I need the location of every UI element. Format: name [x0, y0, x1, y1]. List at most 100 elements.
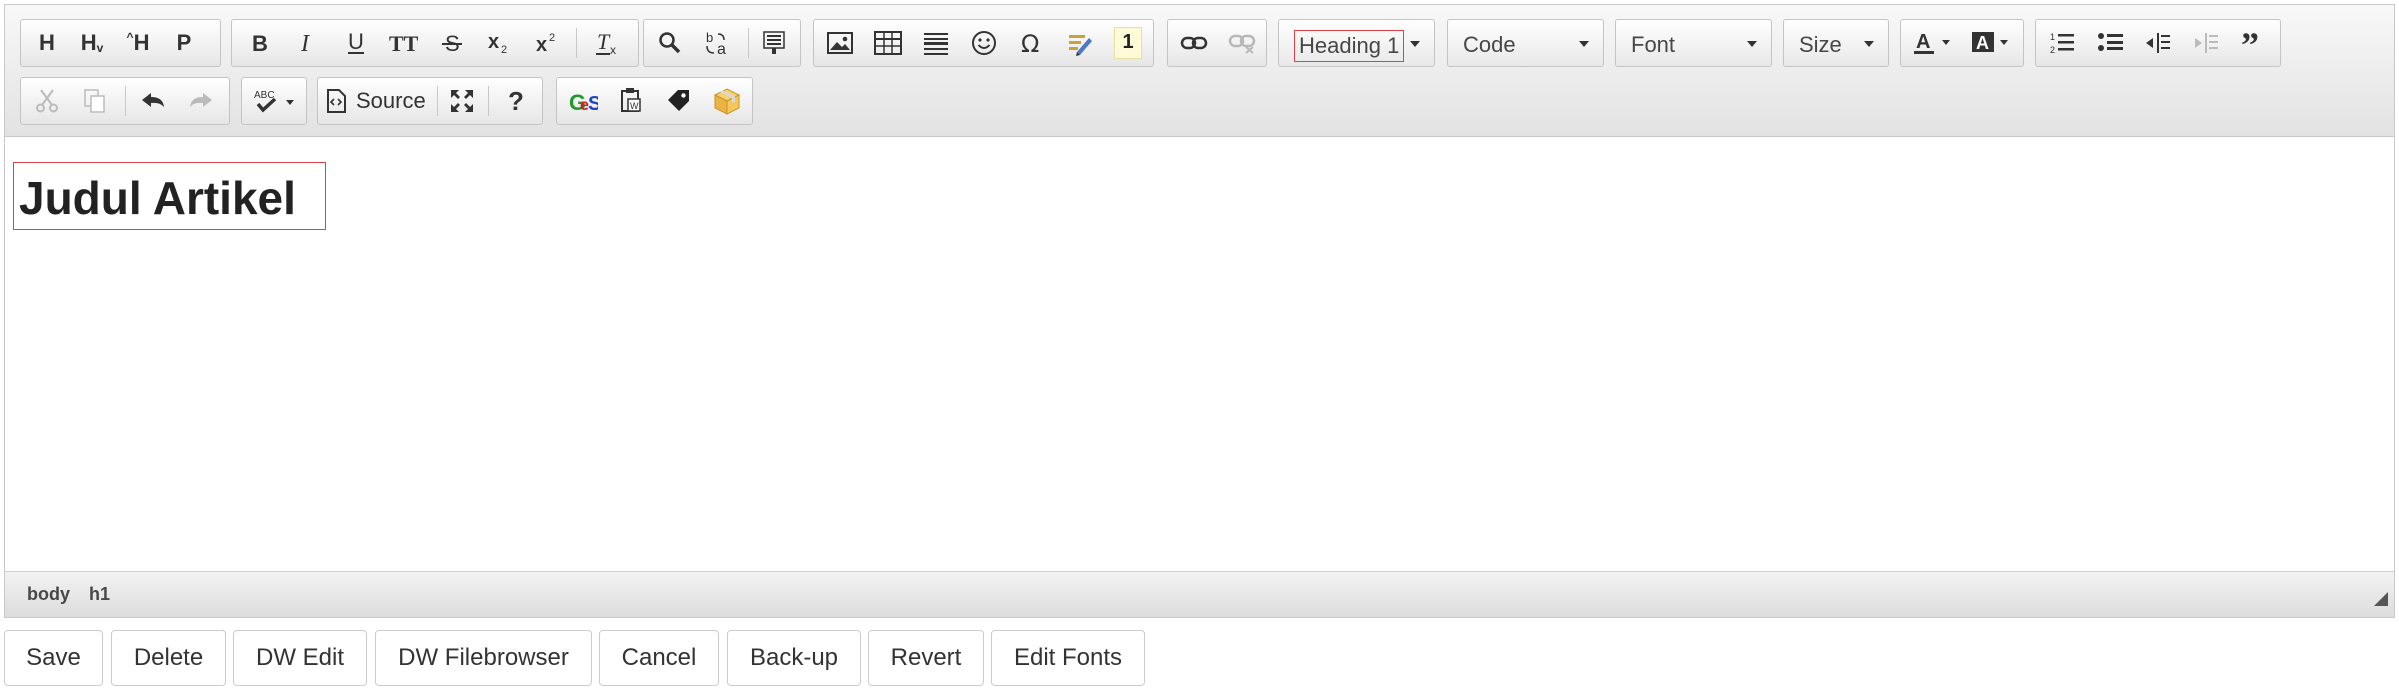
colors-group: A A — [1900, 19, 2024, 67]
teletype-button[interactable]: TT — [384, 24, 424, 62]
element-path-bar: body h1 — [5, 571, 2394, 617]
svg-text:T: T — [597, 30, 611, 54]
dw-filebrowser-button[interactable]: DW Filebrowser — [375, 630, 592, 686]
blockquote-button[interactable]: ” — [2234, 24, 2274, 62]
snippet-icon — [1069, 35, 1092, 56]
omega-icon: Ω — [1021, 30, 1039, 56]
redo-icon — [190, 93, 212, 107]
superscript-caret-icon: ^ — [126, 30, 134, 44]
help-button[interactable]: ? — [496, 82, 536, 120]
clipboard-icon: W — [621, 88, 641, 112]
edit-fonts-button[interactable]: Edit Fonts — [991, 630, 1145, 686]
editor-toolbar: H Hv ^ H P B I U TT x 2 x 2 T x b a Ω 1 … — [5, 5, 2394, 137]
styles-combo[interactable]: Code — [1447, 19, 1604, 67]
heading-h-sub-label: H — [80, 30, 97, 55]
underline-button[interactable]: U — [336, 24, 376, 62]
svg-text:2: 2 — [501, 44, 507, 55]
svg-text:x: x — [536, 34, 547, 55]
cut-button[interactable] — [27, 82, 67, 120]
heading-h-label: H — [39, 30, 55, 55]
geshi-button[interactable]: GeS — [563, 82, 603, 120]
toolbar-separator — [437, 86, 438, 116]
dw-edit-button[interactable]: DW Edit — [233, 630, 367, 686]
source-button[interactable]: Source — [324, 82, 434, 120]
redo-button[interactable] — [181, 82, 221, 120]
package-icon — [713, 88, 741, 115]
path-item-body[interactable]: body — [27, 584, 70, 605]
numbered-list-icon: 12 — [2050, 32, 2074, 55]
link-button[interactable] — [1174, 24, 1214, 62]
svg-text:A: A — [1976, 33, 1989, 53]
text-color-icon: A — [1914, 31, 1950, 54]
clipboard-group — [20, 77, 230, 125]
heading-h-button[interactable]: H — [27, 24, 67, 62]
help-label: ? — [508, 85, 524, 116]
indent-button[interactable] — [2186, 24, 2226, 62]
templates-button[interactable] — [754, 24, 794, 62]
insert-snippet-button[interactable] — [1060, 24, 1100, 62]
superscript-button[interactable]: x2 — [528, 24, 568, 62]
remove-format-button[interactable]: Tx — [588, 24, 628, 62]
subscript-icon: x2 — [488, 31, 507, 55]
svg-text:TT: TT — [389, 31, 419, 55]
find-button[interactable] — [650, 24, 690, 62]
svg-text:2: 2 — [549, 32, 555, 44]
smiley-button[interactable] — [964, 24, 1004, 62]
background-color-button[interactable]: A — [1965, 24, 2019, 62]
outdent-icon — [2146, 33, 2170, 53]
backup-button[interactable]: Back-up — [727, 630, 861, 686]
package-button[interactable] — [707, 82, 747, 120]
spellcheck-button[interactable]: ABC — [248, 82, 302, 120]
svg-text:2: 2 — [2050, 45, 2055, 55]
special-char-button[interactable]: Ω — [1012, 24, 1052, 62]
paragraph-button[interactable]: P — [164, 24, 204, 62]
bold-button[interactable]: B — [240, 24, 280, 62]
italic-button[interactable]: I — [288, 24, 328, 62]
tag-button[interactable] — [659, 82, 699, 120]
svg-text:x: x — [610, 43, 616, 56]
maximize-button[interactable] — [442, 82, 482, 120]
article-heading[interactable]: Judul Artikel — [19, 175, 296, 221]
horizontal-rule-button[interactable] — [916, 24, 956, 62]
spellcheck-icon: ABC — [254, 90, 294, 113]
svg-text:x: x — [488, 31, 499, 53]
heading-h-up-button[interactable]: ^ H — [118, 24, 158, 62]
revert-button[interactable]: Revert — [868, 630, 984, 686]
font-combo[interactable]: Font — [1615, 19, 1772, 67]
numbered-list-button[interactable]: 12 — [2042, 24, 2082, 62]
size-combo[interactable]: Size — [1783, 19, 1889, 67]
save-button[interactable]: Save — [4, 630, 103, 686]
format-combo-value: Heading 1 — [1294, 30, 1405, 62]
editor-content-area[interactable]: Judul Artikel — [5, 137, 2394, 573]
size-combo-value: Size — [1799, 32, 1842, 57]
undo-button[interactable] — [133, 82, 173, 120]
image-button[interactable] — [820, 24, 860, 62]
strikethrough-icon: S — [442, 31, 462, 55]
outdent-button[interactable] — [2138, 24, 2178, 62]
format-combo[interactable]: Heading 1 — [1278, 19, 1435, 67]
resize-handle-icon[interactable] — [2372, 590, 2388, 611]
copy-button[interactable] — [75, 82, 115, 120]
replace-button[interactable]: ba — [698, 24, 738, 62]
link-icon — [1180, 36, 1208, 50]
subscript-button[interactable]: x2 — [480, 24, 520, 62]
numbered-badge-button[interactable]: 1 — [1108, 24, 1148, 62]
heading-h-sub-button[interactable]: Hv — [72, 24, 112, 62]
path-item-h1[interactable]: h1 — [89, 584, 110, 605]
subscript-v-icon: v — [96, 41, 104, 55]
cancel-button[interactable]: Cancel — [599, 630, 719, 686]
bulleted-list-button[interactable] — [2090, 24, 2130, 62]
table-button[interactable] — [868, 24, 908, 62]
strikethrough-button[interactable]: S — [432, 24, 472, 62]
unlink-button[interactable] — [1222, 24, 1262, 62]
delete-button[interactable]: Delete — [111, 630, 226, 686]
image-icon — [827, 32, 853, 54]
text-color-button[interactable]: A — [1907, 24, 1961, 62]
svg-text:B: B — [252, 31, 268, 55]
spellcheck-group: ABC — [241, 77, 307, 125]
source-label: Source — [356, 88, 426, 113]
search-icon — [659, 32, 681, 54]
chevron-down-icon — [1864, 41, 1874, 47]
find-group: ba — [643, 19, 801, 67]
paste-from-word-button[interactable]: W — [611, 82, 651, 120]
